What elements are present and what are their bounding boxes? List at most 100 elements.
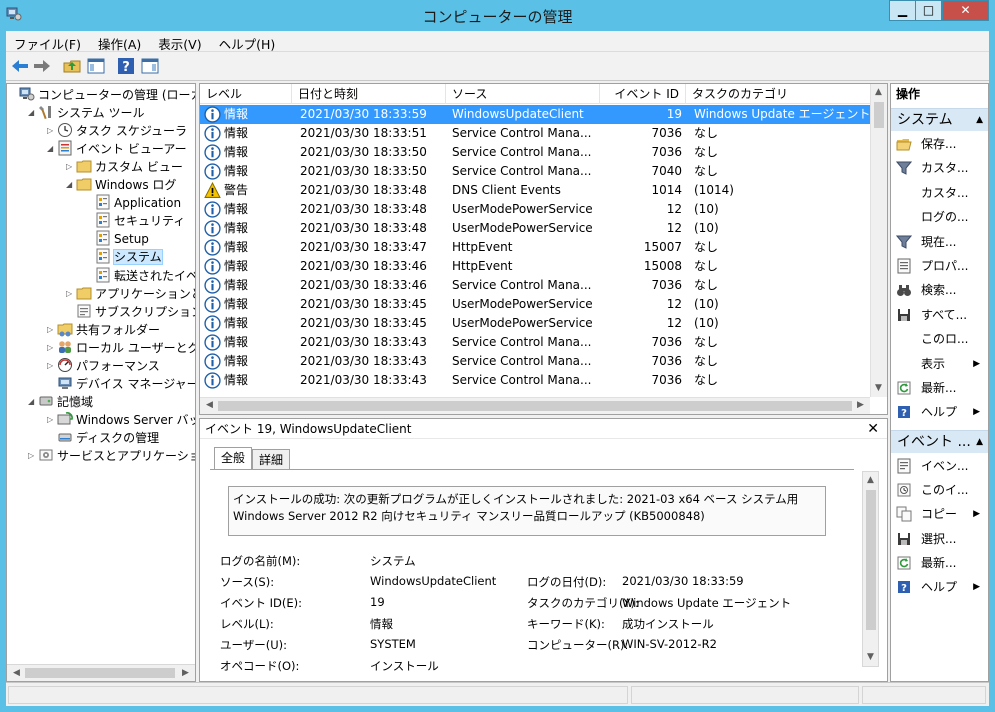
- tree-item[interactable]: ▷ アプリケーションとサービス: [66, 285, 195, 303]
- up-folder-icon[interactable]: [62, 56, 82, 76]
- table-row[interactable]: 情報 2021/03/30 18:33:59 WindowsUpdateClient…: [200, 105, 870, 124]
- tree-item[interactable]: ◢ 記憶域: [28, 393, 93, 411]
- collapse-icon[interactable]: ▲: [976, 431, 983, 454]
- tree-horizontal-scrollbar[interactable]: ◀ ▶: [7, 664, 195, 681]
- table-row[interactable]: 情報 2021/03/30 18:33:47 HttpEvent 15007 なし: [200, 238, 870, 257]
- action-item[interactable]: ログの...: [891, 205, 988, 229]
- action-item[interactable]: カスタ...: [891, 156, 988, 180]
- collapse-icon[interactable]: ▲: [976, 109, 983, 132]
- back-arrow-icon[interactable]: [10, 56, 30, 76]
- tree-item[interactable]: セキュリティ: [85, 212, 185, 230]
- menu-action[interactable]: 操作(A): [90, 31, 150, 53]
- tree-item[interactable]: ▷ サービスとアプリケーション: [28, 447, 195, 465]
- scroll-up-icon[interactable]: ▲: [863, 473, 878, 488]
- tree-item[interactable]: ▷ パフォーマンス: [47, 357, 160, 375]
- forward-arrow-icon[interactable]: [32, 56, 52, 76]
- action-item[interactable]: ? ヘルプ ▶: [891, 575, 988, 599]
- action-item[interactable]: このイ...: [891, 478, 988, 502]
- expand-toggle-icon[interactable]: ◢: [28, 393, 38, 411]
- tree-item[interactable]: ▷ ローカル ユーザーとグループ: [47, 339, 195, 357]
- column-task-category[interactable]: タスクのカテゴリ: [686, 84, 870, 104]
- action-item[interactable]: 保存...: [891, 132, 988, 156]
- tree-item[interactable]: コンピューターの管理 (ローカル): [9, 86, 195, 104]
- table-row[interactable]: 情報 2021/03/30 18:33:46 HttpEvent 15008 なし: [200, 257, 870, 276]
- tree-item[interactable]: ◢ イベント ビューアー: [47, 140, 187, 158]
- table-row[interactable]: 情報 2021/03/30 18:33:46 Service Control Man…: [200, 276, 870, 295]
- action-item[interactable]: すべて...: [891, 303, 988, 327]
- table-row[interactable]: 情報 2021/03/30 18:33:45 UserModePowerServic…: [200, 314, 870, 333]
- tree-item[interactable]: ◢ Windows ログ: [66, 176, 176, 194]
- scroll-up-icon[interactable]: ▲: [871, 85, 886, 100]
- tree-item[interactable]: ◢ システム ツール: [28, 104, 144, 122]
- detail-vertical-scrollbar[interactable]: ▲ ▼: [862, 471, 879, 667]
- scroll-left-icon[interactable]: ◀: [202, 398, 217, 413]
- scroll-right-icon[interactable]: ▶: [853, 398, 868, 413]
- table-row[interactable]: 情報 2021/03/30 18:33:45 UserModePowerServic…: [200, 295, 870, 314]
- scroll-down-icon[interactable]: ▼: [863, 650, 878, 665]
- close-icon[interactable]: ✕: [867, 419, 879, 439]
- action-item[interactable]: ? ヘルプ ▶: [891, 400, 988, 424]
- action-item[interactable]: コピー ▶: [891, 502, 988, 526]
- close-button[interactable]: ✕: [942, 0, 989, 21]
- table-row[interactable]: 警告 2021/03/30 18:33:48 DNS Client Events 10…: [200, 181, 870, 200]
- expand-toggle-icon[interactable]: ▷: [66, 285, 76, 303]
- action-item[interactable]: 検索...: [891, 278, 988, 302]
- expand-toggle-icon[interactable]: ▷: [47, 411, 57, 429]
- menu-file[interactable]: ファイル(F): [6, 31, 90, 53]
- tree-item[interactable]: ▷ Windows Server バックアップ: [47, 411, 195, 429]
- expand-toggle-icon[interactable]: ▷: [28, 447, 38, 465]
- scroll-thumb[interactable]: [218, 401, 852, 411]
- minimize-button[interactable]: ▁: [889, 0, 916, 21]
- tree-item[interactable]: ▷ 共有フォルダー: [47, 321, 160, 339]
- tree-item[interactable]: システム: [85, 248, 163, 266]
- expand-toggle-icon[interactable]: ◢: [47, 140, 57, 158]
- scroll-thumb[interactable]: [25, 668, 175, 678]
- action-pane-icon[interactable]: [140, 56, 160, 76]
- tab-general[interactable]: 全般: [214, 447, 253, 470]
- action-item[interactable]: プロパ...: [891, 254, 988, 278]
- table-row[interactable]: 情報 2021/03/30 18:33:43 Service Control Man…: [200, 352, 870, 371]
- scroll-down-icon[interactable]: ▼: [871, 381, 886, 396]
- scroll-left-icon[interactable]: ◀: [9, 666, 24, 681]
- tree-item[interactable]: ▷ カスタム ビュー: [66, 158, 183, 176]
- tree-item[interactable]: Setup: [85, 230, 149, 248]
- action-item[interactable]: イベン...: [891, 454, 988, 478]
- table-row[interactable]: 情報 2021/03/30 18:33:50 Service Control Man…: [200, 143, 870, 162]
- table-row[interactable]: 情報 2021/03/30 18:33:43 Service Control Man…: [200, 371, 870, 390]
- expand-toggle-icon[interactable]: ◢: [28, 104, 38, 122]
- scroll-right-icon[interactable]: ▶: [178, 666, 193, 681]
- tree-item[interactable]: デバイス マネージャー: [47, 375, 195, 393]
- event-list-horizontal-scrollbar[interactable]: ◀ ▶: [200, 397, 870, 414]
- column-level[interactable]: レベル: [200, 84, 292, 104]
- action-item[interactable]: 表示 ▶: [891, 352, 988, 376]
- event-list-vertical-scrollbar[interactable]: ▲ ▼: [870, 84, 887, 397]
- action-item[interactable]: 最新...: [891, 376, 988, 400]
- scroll-thumb[interactable]: [874, 102, 884, 128]
- actions-section-event[interactable]: イベント ... ▲: [891, 430, 988, 453]
- column-source[interactable]: ソース: [446, 84, 600, 104]
- tab-details[interactable]: 詳細: [252, 449, 291, 470]
- action-item[interactable]: このロ...: [891, 327, 988, 351]
- menu-help[interactable]: ヘルプ(H): [211, 31, 285, 53]
- expand-toggle-icon[interactable]: ▷: [47, 357, 57, 375]
- action-item[interactable]: 最新...: [891, 551, 988, 575]
- table-row[interactable]: 情報 2021/03/30 18:33:48 UserModePowerServic…: [200, 200, 870, 219]
- table-row[interactable]: 情報 2021/03/30 18:33:50 Service Control Man…: [200, 162, 870, 181]
- show-tree-icon[interactable]: [86, 56, 106, 76]
- actions-section-system[interactable]: システム ▲: [891, 108, 988, 131]
- help-icon[interactable]: ?: [116, 56, 136, 76]
- menu-view[interactable]: 表示(V): [150, 31, 210, 53]
- column-event-id[interactable]: イベント ID: [600, 84, 686, 104]
- expand-toggle-icon[interactable]: ▷: [47, 122, 57, 140]
- tree-item[interactable]: ▷ タスク スケジューラ: [47, 122, 187, 140]
- table-row[interactable]: 情報 2021/03/30 18:33:51 Service Control Man…: [200, 124, 870, 143]
- table-row[interactable]: 情報 2021/03/30 18:33:48 UserModePowerServic…: [200, 219, 870, 238]
- action-item[interactable]: 選択...: [891, 527, 988, 551]
- expand-toggle-icon[interactable]: ◢: [66, 176, 76, 194]
- table-row[interactable]: 情報 2021/03/30 18:33:43 Service Control Man…: [200, 333, 870, 352]
- expand-toggle-icon[interactable]: ▷: [47, 339, 57, 357]
- expand-toggle-icon[interactable]: ▷: [47, 321, 57, 339]
- tree-item[interactable]: 転送されたイベント: [85, 267, 195, 285]
- tree-item[interactable]: ディスクの管理: [47, 429, 159, 447]
- action-item[interactable]: カスタ...: [891, 181, 988, 205]
